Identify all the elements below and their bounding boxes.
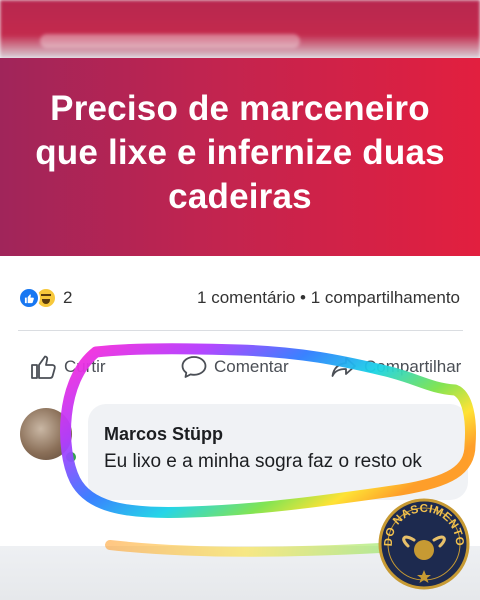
- share-label: Compartilhar: [364, 357, 462, 376]
- share-arrow-icon: [331, 357, 356, 377]
- comments-shares-count[interactable]: 1 comentário • 1 compartilhamento: [197, 288, 460, 308]
- post-headline: Preciso de marceneiro que lixe e inferni…: [35, 89, 445, 216]
- reactions-summary[interactable]: 2 1 comentário • 1 compartilhamento: [18, 285, 468, 311]
- online-status-indicator: [64, 450, 78, 464]
- post-text-banner: Preciso de marceneiro que lixe e inferni…: [0, 58, 480, 256]
- divider: [18, 330, 463, 331]
- blurred-previous-post: [0, 0, 480, 58]
- reaction-icons: [18, 287, 57, 309]
- post-actions: Curtir Comentar Compartilhar: [30, 350, 480, 384]
- like-icon: [18, 287, 40, 309]
- share-button[interactable]: Compartilhar: [330, 354, 461, 380]
- comment-author[interactable]: Marcos Stüpp: [104, 424, 223, 445]
- comment-text: Eu lixo e a minha sogra faz o resto ok: [104, 451, 422, 472]
- watermark-logo: DO NASCIMENTO: [378, 498, 470, 590]
- like-button[interactable]: Curtir: [30, 354, 180, 380]
- comment-label: Comentar: [214, 357, 289, 376]
- thumbs-up-icon: [31, 355, 56, 379]
- reaction-count: 2: [63, 288, 73, 307]
- comment-bubble-icon: [181, 356, 207, 378]
- comment-button[interactable]: Comentar: [180, 354, 330, 380]
- blurred-text-placeholder: [40, 34, 300, 48]
- like-label: Curtir: [64, 357, 106, 376]
